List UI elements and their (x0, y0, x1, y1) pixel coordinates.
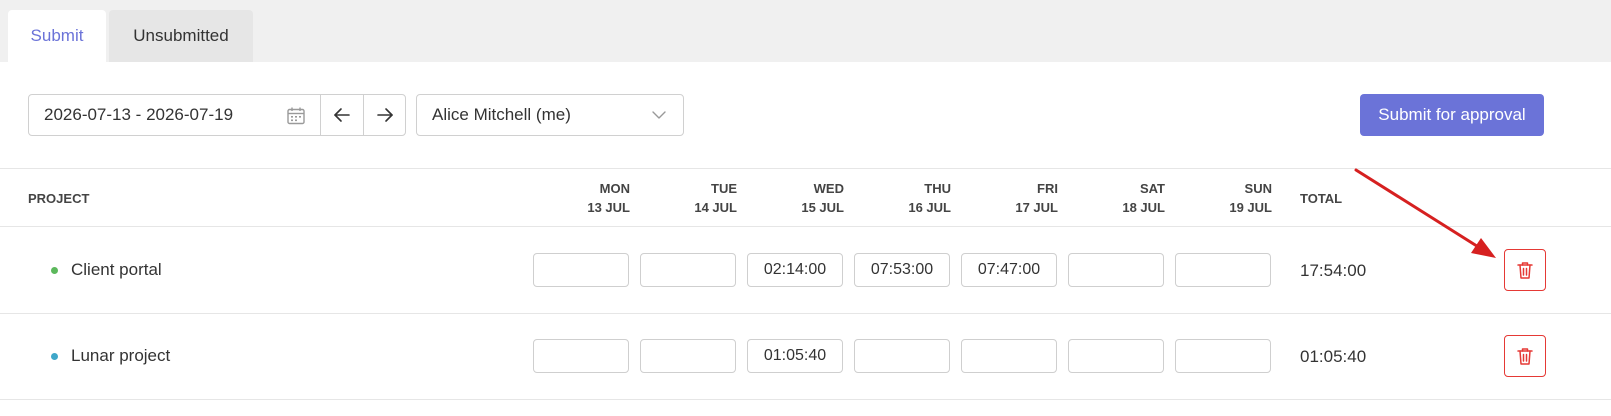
time-cell-tue[interactable] (640, 339, 736, 373)
project-color-dot (51, 267, 58, 274)
time-cell-tue[interactable] (640, 253, 736, 287)
project-name: Client portal (71, 260, 162, 279)
table-header: PROJECT MON 13 JUL TUE 14 JUL WED 15 JUL TH… (0, 169, 1611, 227)
chevron-down-icon (652, 111, 666, 119)
calendar-icon[interactable] (286, 106, 306, 126)
arrow-left-icon (334, 108, 351, 122)
time-cell-mon[interactable] (533, 253, 629, 287)
time-cell-thu[interactable] (854, 253, 950, 287)
tab-unsubmitted[interactable]: Unsubmitted (109, 10, 253, 62)
time-cell-fri[interactable] (961, 253, 1057, 287)
time-cell-wed[interactable] (747, 339, 843, 373)
previous-week-button[interactable] (321, 95, 363, 135)
user-select-value: Alice Mitchell (me) (432, 105, 571, 124)
time-cell-sun[interactable] (1175, 253, 1271, 287)
time-cell-thu[interactable] (854, 339, 950, 373)
arrow-right-icon (376, 108, 393, 122)
time-cell-wed[interactable] (747, 253, 843, 287)
day-header-wed: WED 15 JUL (801, 181, 844, 215)
time-cell-mon[interactable] (533, 339, 629, 373)
time-cell-sat[interactable] (1068, 339, 1164, 373)
date-range-field[interactable]: 2026-07-13 - 2026-07-19 (29, 95, 322, 135)
table-row: Lunar project 01:05:40 (0, 313, 1611, 400)
tab-submit[interactable]: Submit (8, 10, 106, 62)
row-total: 01:05:40 (1300, 347, 1367, 366)
day-header-tue: TUE 14 JUL (694, 181, 737, 215)
total-column-header: TOTAL (1300, 191, 1343, 206)
day-header-thu: THU 16 JUL (908, 181, 951, 215)
table-row: Client portal 17:54:00 (0, 227, 1611, 314)
user-select[interactable]: Alice Mitchell (me) (416, 94, 684, 136)
day-header-mon: MON 13 JUL (587, 181, 630, 215)
trash-icon (1517, 348, 1533, 365)
toolbar: 2026-07-13 - 2026-07-19 Alice Mitchell (… (0, 62, 1611, 169)
day-header-fri: FRI 17 JUL (1015, 181, 1058, 215)
project-column-header: PROJECT (28, 191, 90, 206)
time-cell-fri[interactable] (961, 339, 1057, 373)
delete-row-button[interactable] (1504, 249, 1546, 291)
date-range-picker: 2026-07-13 - 2026-07-19 (28, 94, 406, 136)
day-header-sun: SUN 19 JUL (1229, 181, 1272, 215)
next-week-button[interactable] (363, 95, 405, 135)
tab-bar: Submit Unsubmitted (0, 0, 1611, 62)
row-total: 17:54:00 (1300, 261, 1367, 280)
trash-icon (1517, 262, 1533, 279)
time-cell-sat[interactable] (1068, 253, 1164, 287)
date-range-text: 2026-07-13 - 2026-07-19 (44, 105, 234, 124)
delete-row-button[interactable] (1504, 335, 1546, 377)
day-header-sat: SAT 18 JUL (1122, 181, 1165, 215)
project-name: Lunar project (71, 346, 171, 365)
time-cell-sun[interactable] (1175, 339, 1271, 373)
submit-for-approval-button[interactable]: Submit for approval (1360, 94, 1544, 136)
project-color-dot (51, 353, 58, 360)
